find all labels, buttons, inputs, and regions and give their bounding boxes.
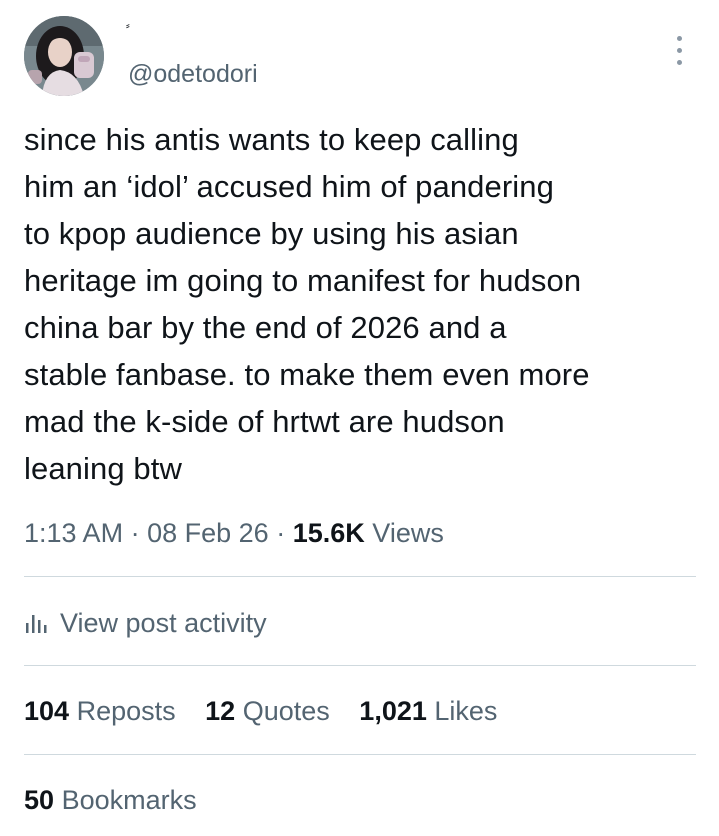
meta-separator: · — [130, 518, 140, 548]
user-handle[interactable]: @odetodori — [128, 59, 258, 89]
tweet-metadata: 1:13 AM · 08 Feb 26 · 15.6K Views — [24, 515, 444, 551]
bookmarks-count: 50 — [24, 785, 55, 815]
likes-count: 1,021 — [359, 696, 427, 726]
divider — [24, 665, 696, 666]
likes-label: Likes — [434, 696, 498, 726]
likes-stat[interactable]: 1,021 Likes — [359, 693, 497, 729]
avatar-photo — [24, 16, 104, 96]
view-post-activity-label: View post activity — [60, 608, 267, 638]
views-label: Views — [372, 518, 444, 548]
quotes-stat[interactable]: 12 Quotes — [205, 693, 330, 729]
bar-chart-icon — [26, 615, 47, 633]
quotes-count: 12 — [205, 696, 236, 726]
divider — [24, 754, 696, 755]
quotes-label: Quotes — [242, 696, 330, 726]
display-name[interactable]: ⸗ — [126, 19, 130, 33]
tweet-text: since his antis wants to keep calling hi… — [24, 122, 590, 486]
reposts-stat[interactable]: 104 Reposts — [24, 693, 176, 729]
bookmarks-stat[interactable]: 50 Bookmarks — [24, 782, 197, 818]
views-count: 15.6K — [292, 518, 365, 548]
tweet-time[interactable]: 1:13 AM — [24, 518, 123, 548]
reposts-label: Reposts — [76, 696, 176, 726]
view-post-activity-link[interactable]: View post activity — [24, 605, 267, 641]
more-dot — [677, 48, 682, 53]
engagement-stats: 104 Reposts 12 Quotes 1,021 Likes — [24, 693, 519, 729]
more-dot — [677, 60, 682, 65]
bookmarks-label: Bookmarks — [61, 785, 197, 815]
tweet-date[interactable]: 08 Feb 26 — [147, 518, 269, 548]
tweet-header: ⸗ @odetodori — [24, 14, 696, 98]
more-options-icon[interactable] — [670, 34, 690, 68]
divider — [24, 576, 696, 577]
avatar[interactable] — [24, 16, 104, 96]
more-dot — [677, 36, 682, 41]
reposts-count: 104 — [24, 696, 70, 726]
meta-separator: · — [276, 518, 286, 548]
